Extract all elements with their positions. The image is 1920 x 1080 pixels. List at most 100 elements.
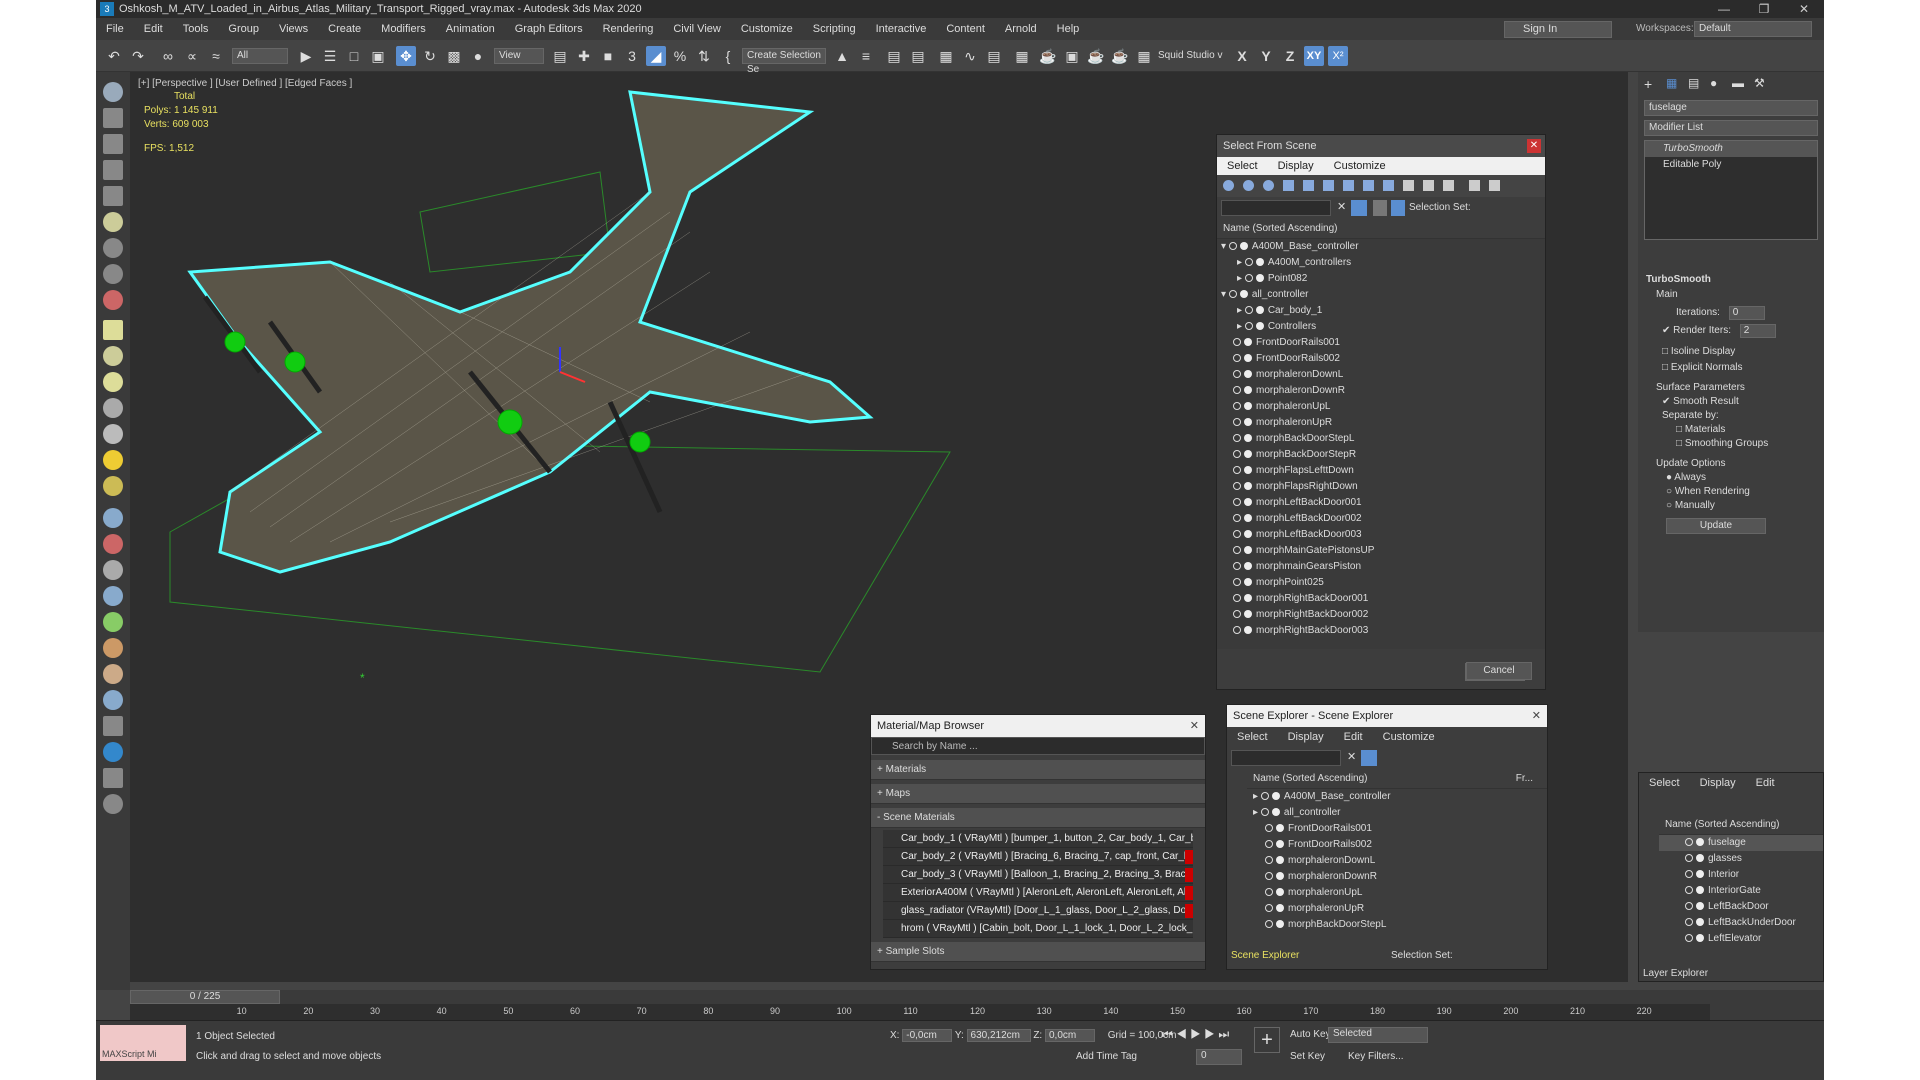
eye-icon[interactable]: [1265, 920, 1273, 929]
menu-file[interactable]: File: [96, 23, 134, 35]
list-item[interactable]: morphaleronUpR: [1247, 901, 1547, 917]
menu-customize[interactable]: Customize: [731, 23, 803, 35]
scene-search-input[interactable]: [1231, 750, 1341, 766]
helper-filter-icon[interactable]: [1303, 180, 1314, 191]
material-row[interactable]: Car_body_1 ( VRayMtl ) [bumper_1, button…: [883, 830, 1193, 848]
smoothing-groups-checkbox[interactable]: □ Smoothing Groups: [1646, 438, 1816, 452]
menu-group[interactable]: Group: [218, 23, 269, 35]
object-name-field[interactable]: fuselage: [1644, 100, 1818, 116]
collapse-icon[interactable]: ▾: [1221, 241, 1226, 252]
eye-icon[interactable]: [1685, 886, 1693, 895]
rectangular-selection-icon[interactable]: □: [344, 46, 364, 66]
sphere-light-icon[interactable]: [103, 372, 123, 392]
eye-icon[interactable]: [1260, 808, 1269, 817]
menu-graph-editors[interactable]: Graph Editors: [505, 23, 593, 35]
spinner-snap-icon[interactable]: ⇅: [694, 46, 714, 66]
z-field[interactable]: 0,0cm: [1044, 1029, 1095, 1042]
list-item[interactable]: FrontDoorRails001: [1247, 821, 1547, 837]
x-field[interactable]: -0,0cm: [902, 1029, 953, 1042]
plane-icon[interactable]: [103, 108, 123, 128]
eye-icon[interactable]: [1233, 434, 1241, 443]
add-time-tag[interactable]: Add Time Tag: [1076, 1051, 1137, 1062]
eye-icon[interactable]: [1233, 354, 1241, 363]
window-crossing-icon[interactable]: ▣: [368, 46, 388, 66]
always-radio[interactable]: ● Always: [1646, 472, 1816, 486]
list-item[interactable]: morphLeftBackDoor003: [1217, 527, 1545, 543]
cancel-button[interactable]: Cancel: [1466, 662, 1532, 680]
panel-icon[interactable]: [103, 320, 123, 340]
menu-interactive[interactable]: Interactive: [866, 23, 937, 35]
material-editor-icon[interactable]: ▦: [1012, 46, 1032, 66]
name-column-header[interactable]: Name (Sorted Ascending): [1217, 219, 1545, 239]
camera-filter-icon[interactable]: [1283, 180, 1294, 191]
pivot-center-icon[interactable]: ▤: [550, 46, 570, 66]
info-icon[interactable]: [103, 742, 123, 762]
percent-snap-icon[interactable]: %: [670, 46, 690, 66]
layers-toggle-icon[interactable]: [1373, 200, 1387, 216]
material-row[interactable]: Car_body_3 ( VRayMtl ) [Balloon_1, Braci…: [883, 866, 1193, 884]
layer-item[interactable]: LeftBackUnderDoor: [1659, 915, 1823, 931]
eye-icon[interactable]: [1233, 562, 1241, 571]
axis-xy-toggle-icon[interactable]: X²: [1328, 46, 1348, 66]
eye-icon[interactable]: [1265, 824, 1273, 833]
menu-help[interactable]: Help: [1047, 23, 1090, 35]
close-icon[interactable]: ✕: [1784, 0, 1824, 18]
menu-content[interactable]: Content: [936, 23, 995, 35]
list-item[interactable]: morphPoint025: [1217, 575, 1545, 591]
close-icon[interactable]: ✕: [1190, 715, 1199, 737]
workspaces-dropdown[interactable]: Default: [1694, 21, 1812, 37]
tab-display[interactable]: Display: [1268, 160, 1324, 172]
eye-icon[interactable]: [1265, 904, 1273, 913]
eye-icon[interactable]: [1233, 482, 1241, 491]
select-by-name-icon[interactable]: ☰: [320, 46, 340, 66]
xref-filter-icon[interactable]: [1363, 180, 1374, 191]
modifier-turbosmooth[interactable]: TurboSmooth: [1645, 141, 1817, 157]
select-object-icon[interactable]: ▶: [296, 46, 316, 66]
layer-explorer-icon[interactable]: ▤: [908, 46, 928, 66]
mirror-icon[interactable]: ▲: [832, 46, 852, 66]
scene-explorer-icon[interactable]: ▤: [884, 46, 904, 66]
clear-search-icon[interactable]: ✕: [1337, 200, 1346, 213]
scene-name-column-header[interactable]: Name (Sorted Ascending) Fr...: [1247, 769, 1547, 789]
layer-item[interactable]: InteriorGate: [1659, 883, 1823, 899]
display-none-icon[interactable]: [1423, 180, 1434, 191]
capsule-icon[interactable]: [103, 534, 123, 554]
eye-icon[interactable]: [1233, 498, 1241, 507]
eye-icon[interactable]: [1233, 610, 1241, 619]
sign-in-dropdown[interactable]: Sign In: [1504, 21, 1612, 38]
eye-icon[interactable]: [1685, 902, 1693, 911]
eye-icon[interactable]: [1228, 242, 1237, 251]
y-field[interactable]: 630,212cm: [966, 1029, 1031, 1042]
list-item[interactable]: FrontDoorRails002: [1247, 837, 1547, 853]
axis-xy-button[interactable]: XY: [1304, 46, 1324, 66]
folder-icon[interactable]: [1489, 180, 1500, 191]
list-item[interactable]: morphBackDoorStepL: [1217, 431, 1545, 447]
squid-studio-label[interactable]: Squid Studio v: [1158, 50, 1223, 61]
isoline-display-checkbox[interactable]: □ Isoline Display: [1646, 346, 1816, 362]
scale-icon[interactable]: ▩: [444, 46, 464, 66]
sample-slots-group[interactable]: + Sample Slots: [871, 942, 1205, 962]
material-row[interactable]: hrom ( VRayMtl ) [Cabin_bolt, Door_L_1_l…: [883, 920, 1193, 938]
play-icon[interactable]: ▶: [1190, 1027, 1201, 1041]
eye-icon[interactable]: [1233, 530, 1241, 539]
reference-coordinate-dropdown[interactable]: View: [494, 48, 544, 64]
tab-display[interactable]: Display: [1690, 777, 1746, 789]
render-iters-checkbox[interactable]: ✔: [1662, 325, 1670, 336]
axis-z-button[interactable]: Z: [1280, 46, 1300, 66]
eye-icon[interactable]: [1685, 934, 1693, 943]
spacewarp-filter-icon[interactable]: [1323, 180, 1334, 191]
expand-icon[interactable]: ▸: [1237, 321, 1242, 332]
render-iters-spinner[interactable]: 2: [1739, 324, 1776, 338]
align-icon[interactable]: ≡: [856, 46, 876, 66]
set-key-icon[interactable]: +: [1254, 1027, 1280, 1053]
cylinder-icon[interactable]: [103, 398, 123, 418]
layer-item[interactable]: LeftBackDoor: [1659, 899, 1823, 915]
eye-icon[interactable]: [1233, 514, 1241, 523]
angle-snap-icon[interactable]: ◢: [646, 46, 666, 66]
motion-tab-icon[interactable]: ●: [1710, 76, 1717, 90]
update-button[interactable]: Update: [1666, 518, 1766, 534]
list-item[interactable]: morphLeftBackDoor002: [1217, 511, 1545, 527]
eye-icon[interactable]: [1265, 856, 1273, 865]
when-rendering-radio[interactable]: ○ When Rendering: [1646, 486, 1816, 500]
goto-end-icon[interactable]: ⏭: [1218, 1027, 1229, 1041]
